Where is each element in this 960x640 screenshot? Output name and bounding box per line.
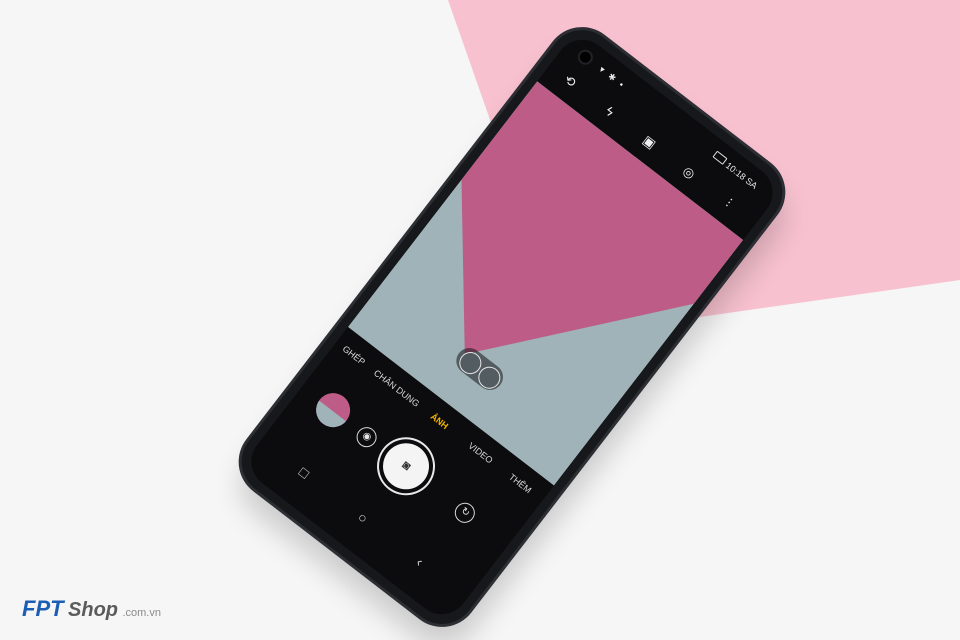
mode-ghep[interactable]: GHÉP [341,344,367,367]
recents-icon[interactable]: □ [296,464,312,482]
mode-anh[interactable]: ẢNH [429,411,451,431]
hdr-icon[interactable]: ▣ [638,131,660,153]
flip-camera-icon[interactable]: ↻ [450,498,479,527]
timer-icon[interactable]: ◎ [678,162,700,184]
back-icon[interactable]: ‹ [413,554,426,570]
brand-domain: .com.vn [122,607,161,619]
mode-them[interactable]: THÊM [507,472,533,495]
settings-sliders-icon[interactable]: ⫶ [717,192,739,214]
photo-scene: ▾ ✱ ▪ 10:18 SA ⟲ ϟ ▣ ◎ ⫶ GHÉP CHÂN DUNG … [0,0,960,640]
home-icon[interactable]: ○ [355,509,371,527]
fptshop-watermark: FPT Shop .com.vn [22,596,161,622]
brand-fpt: FPT [22,596,64,621]
mode-video[interactable]: VIDEO [466,441,494,466]
battery-icon [712,150,728,165]
flash-off-icon[interactable]: ϟ [598,101,620,123]
brand-shop: Shop [68,599,119,621]
lens-switch-icon[interactable]: ◉ [352,423,381,452]
gallery-thumbnail[interactable] [309,386,357,434]
ai-cam-icon[interactable]: ⟲ [559,70,581,92]
